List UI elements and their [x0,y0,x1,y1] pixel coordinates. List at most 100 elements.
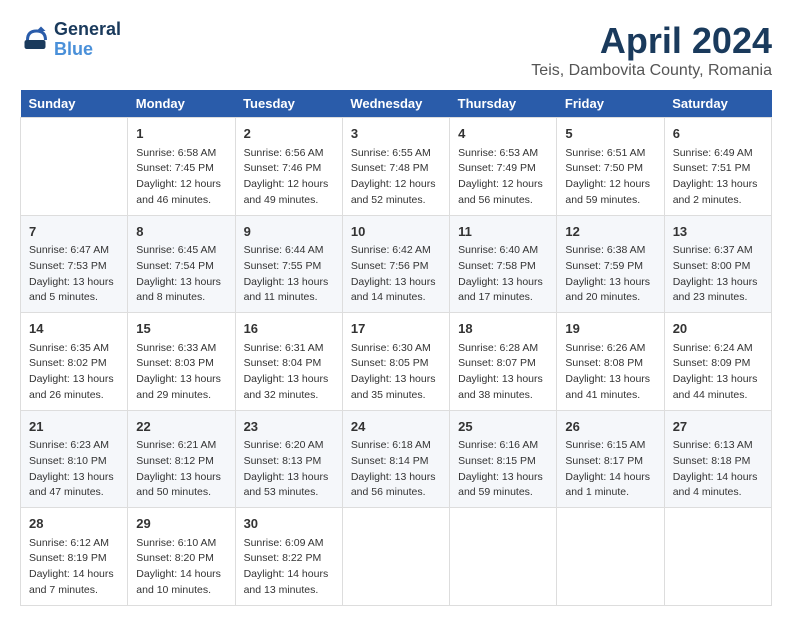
day-number: 20 [673,319,763,339]
calendar-cell: 21Sunrise: 6:23 AM Sunset: 8:10 PM Dayli… [21,410,128,508]
day-info: Sunrise: 6:56 AM Sunset: 7:46 PM Dayligh… [244,146,334,209]
day-number: 19 [565,319,655,339]
calendar-cell: 13Sunrise: 6:37 AM Sunset: 8:00 PM Dayli… [664,215,771,313]
day-info: Sunrise: 6:44 AM Sunset: 7:55 PM Dayligh… [244,243,334,306]
calendar-cell: 30Sunrise: 6:09 AM Sunset: 8:22 PM Dayli… [235,508,342,606]
day-info: Sunrise: 6:13 AM Sunset: 8:18 PM Dayligh… [673,438,763,501]
calendar-cell: 3Sunrise: 6:55 AM Sunset: 7:48 PM Daylig… [342,118,449,216]
day-info: Sunrise: 6:33 AM Sunset: 8:03 PM Dayligh… [136,341,226,404]
day-number: 9 [244,222,334,242]
day-number: 24 [351,417,441,437]
day-number: 23 [244,417,334,437]
calendar-cell: 29Sunrise: 6:10 AM Sunset: 8:20 PM Dayli… [128,508,235,606]
calendar-cell: 5Sunrise: 6:51 AM Sunset: 7:50 PM Daylig… [557,118,664,216]
day-info: Sunrise: 6:24 AM Sunset: 8:09 PM Dayligh… [673,341,763,404]
weekday-header: Saturday [664,90,771,118]
weekday-header-row: SundayMondayTuesdayWednesdayThursdayFrid… [21,90,772,118]
day-number: 10 [351,222,441,242]
day-info: Sunrise: 6:12 AM Sunset: 8:19 PM Dayligh… [29,536,119,599]
calendar-cell: 7Sunrise: 6:47 AM Sunset: 7:53 PM Daylig… [21,215,128,313]
day-info: Sunrise: 6:51 AM Sunset: 7:50 PM Dayligh… [565,146,655,209]
day-number: 30 [244,514,334,534]
day-number: 15 [136,319,226,339]
calendar-cell: 6Sunrise: 6:49 AM Sunset: 7:51 PM Daylig… [664,118,771,216]
calendar-cell: 22Sunrise: 6:21 AM Sunset: 8:12 PM Dayli… [128,410,235,508]
logo-icon [20,25,50,55]
calendar-cell: 25Sunrise: 6:16 AM Sunset: 8:15 PM Dayli… [450,410,557,508]
weekday-header: Monday [128,90,235,118]
weekday-header: Thursday [450,90,557,118]
day-number: 1 [136,124,226,144]
day-number: 28 [29,514,119,534]
calendar-cell [664,508,771,606]
day-info: Sunrise: 6:23 AM Sunset: 8:10 PM Dayligh… [29,438,119,501]
calendar-cell: 20Sunrise: 6:24 AM Sunset: 8:09 PM Dayli… [664,313,771,411]
calendar-cell: 8Sunrise: 6:45 AM Sunset: 7:54 PM Daylig… [128,215,235,313]
calendar-cell: 16Sunrise: 6:31 AM Sunset: 8:04 PM Dayli… [235,313,342,411]
day-number: 17 [351,319,441,339]
calendar-cell: 9Sunrise: 6:44 AM Sunset: 7:55 PM Daylig… [235,215,342,313]
title-block: April 2024 Teis, Dambovita County, Roman… [531,20,772,80]
calendar-cell: 1Sunrise: 6:58 AM Sunset: 7:45 PM Daylig… [128,118,235,216]
calendar-cell: 2Sunrise: 6:56 AM Sunset: 7:46 PM Daylig… [235,118,342,216]
calendar-week-row: 1Sunrise: 6:58 AM Sunset: 7:45 PM Daylig… [21,118,772,216]
calendar-cell: 14Sunrise: 6:35 AM Sunset: 8:02 PM Dayli… [21,313,128,411]
day-number: 22 [136,417,226,437]
day-info: Sunrise: 6:40 AM Sunset: 7:58 PM Dayligh… [458,243,548,306]
logo-line1: General [54,20,121,40]
day-info: Sunrise: 6:45 AM Sunset: 7:54 PM Dayligh… [136,243,226,306]
weekday-header: Friday [557,90,664,118]
calendar-cell [21,118,128,216]
calendar-cell: 19Sunrise: 6:26 AM Sunset: 8:08 PM Dayli… [557,313,664,411]
day-info: Sunrise: 6:18 AM Sunset: 8:14 PM Dayligh… [351,438,441,501]
day-info: Sunrise: 6:30 AM Sunset: 8:05 PM Dayligh… [351,341,441,404]
main-title: April 2024 [531,20,772,62]
calendar-week-row: 7Sunrise: 6:47 AM Sunset: 7:53 PM Daylig… [21,215,772,313]
calendar-cell: 23Sunrise: 6:20 AM Sunset: 8:13 PM Dayli… [235,410,342,508]
weekday-header: Sunday [21,90,128,118]
calendar-cell: 10Sunrise: 6:42 AM Sunset: 7:56 PM Dayli… [342,215,449,313]
logo: General Blue [20,20,121,60]
calendar-week-row: 14Sunrise: 6:35 AM Sunset: 8:02 PM Dayli… [21,313,772,411]
calendar-cell: 11Sunrise: 6:40 AM Sunset: 7:58 PM Dayli… [450,215,557,313]
calendar-cell [342,508,449,606]
day-number: 16 [244,319,334,339]
calendar-table: SundayMondayTuesdayWednesdayThursdayFrid… [20,90,772,606]
day-number: 13 [673,222,763,242]
day-info: Sunrise: 6:28 AM Sunset: 8:07 PM Dayligh… [458,341,548,404]
day-info: Sunrise: 6:20 AM Sunset: 8:13 PM Dayligh… [244,438,334,501]
day-info: Sunrise: 6:37 AM Sunset: 8:00 PM Dayligh… [673,243,763,306]
day-number: 2 [244,124,334,144]
day-number: 7 [29,222,119,242]
calendar-cell: 28Sunrise: 6:12 AM Sunset: 8:19 PM Dayli… [21,508,128,606]
day-info: Sunrise: 6:10 AM Sunset: 8:20 PM Dayligh… [136,536,226,599]
logo-line2: Blue [54,40,121,60]
day-number: 27 [673,417,763,437]
day-info: Sunrise: 6:09 AM Sunset: 8:22 PM Dayligh… [244,536,334,599]
day-number: 4 [458,124,548,144]
calendar-cell [557,508,664,606]
day-info: Sunrise: 6:47 AM Sunset: 7:53 PM Dayligh… [29,243,119,306]
weekday-header: Tuesday [235,90,342,118]
day-number: 18 [458,319,548,339]
weekday-header: Wednesday [342,90,449,118]
day-number: 29 [136,514,226,534]
day-number: 8 [136,222,226,242]
day-info: Sunrise: 6:53 AM Sunset: 7:49 PM Dayligh… [458,146,548,209]
day-info: Sunrise: 6:49 AM Sunset: 7:51 PM Dayligh… [673,146,763,209]
calendar-cell: 15Sunrise: 6:33 AM Sunset: 8:03 PM Dayli… [128,313,235,411]
calendar-week-row: 28Sunrise: 6:12 AM Sunset: 8:19 PM Dayli… [21,508,772,606]
day-number: 6 [673,124,763,144]
day-number: 14 [29,319,119,339]
day-info: Sunrise: 6:55 AM Sunset: 7:48 PM Dayligh… [351,146,441,209]
calendar-cell: 12Sunrise: 6:38 AM Sunset: 7:59 PM Dayli… [557,215,664,313]
day-number: 26 [565,417,655,437]
day-info: Sunrise: 6:42 AM Sunset: 7:56 PM Dayligh… [351,243,441,306]
day-info: Sunrise: 6:38 AM Sunset: 7:59 PM Dayligh… [565,243,655,306]
day-number: 3 [351,124,441,144]
calendar-cell: 27Sunrise: 6:13 AM Sunset: 8:18 PM Dayli… [664,410,771,508]
day-info: Sunrise: 6:35 AM Sunset: 8:02 PM Dayligh… [29,341,119,404]
day-info: Sunrise: 6:31 AM Sunset: 8:04 PM Dayligh… [244,341,334,404]
page-header: General Blue April 2024 Teis, Dambovita … [20,20,772,80]
day-info: Sunrise: 6:21 AM Sunset: 8:12 PM Dayligh… [136,438,226,501]
